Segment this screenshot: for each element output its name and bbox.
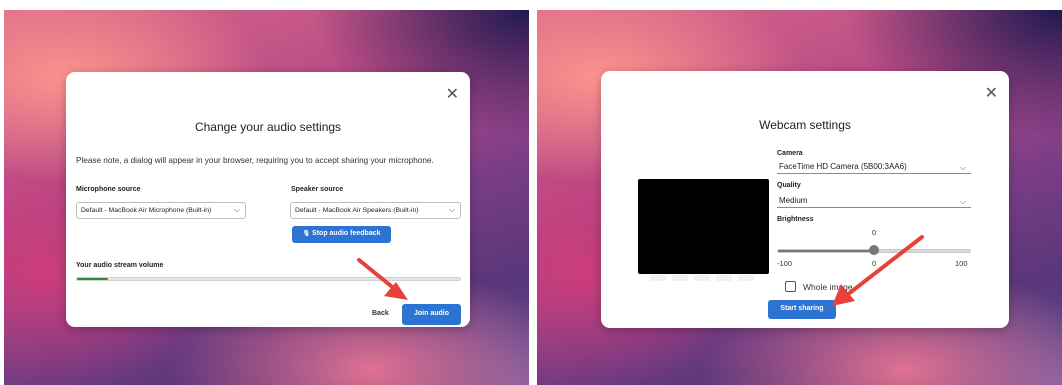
- audio-settings-panel: ✕ Change your audio settings Please note…: [4, 10, 529, 385]
- annotation-arrow: [832, 235, 924, 306]
- annotation-arrow: [357, 258, 408, 300]
- webcam-settings-panel: ✕ Webcam settings Camera FaceTime HD Cam…: [537, 10, 1062, 385]
